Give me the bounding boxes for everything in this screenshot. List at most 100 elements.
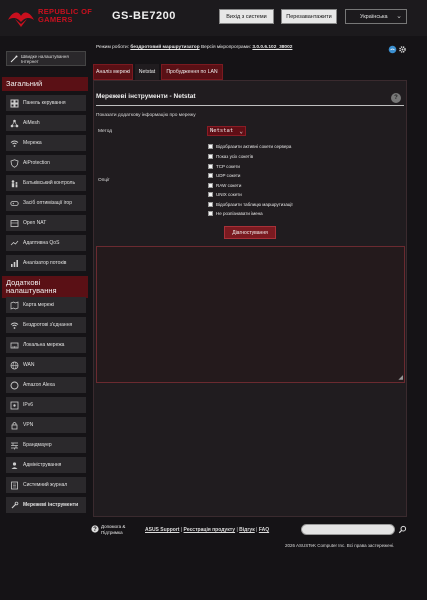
dashboard-icon	[9, 98, 19, 108]
rog-logo-icon	[8, 12, 34, 27]
sidebar-item-label: Open NAT	[23, 220, 47, 226]
mode-link[interactable]: бездротовий маршрутизатор	[130, 45, 199, 50]
sidebar-item-wan[interactable]: WAN	[6, 357, 86, 373]
footer-search-input[interactable]	[301, 524, 395, 535]
option-label: RAW сокети	[216, 183, 242, 188]
quick-setup-button[interactable]: Швидке налаштування Інтернет	[6, 51, 86, 66]
sidebar-item-administration[interactable]: Адміністрування	[6, 457, 86, 473]
method-select[interactable]: Netstat ⌄	[207, 126, 246, 136]
option-routing-table[interactable]: Відобразити таблицю маршрутизації	[208, 202, 293, 207]
network-icon	[9, 138, 19, 148]
network-status-icon[interactable]	[388, 45, 397, 54]
option-label: Не розпізнавати імена	[216, 211, 263, 216]
asus-support-link[interactable]: ASUS Support	[145, 527, 179, 533]
tab-wake-on-lan[interactable]: Пробудження по LAN	[161, 64, 223, 80]
sidebar-item-wireless[interactable]: Бездротові з'єднання	[6, 317, 86, 333]
gamepad-icon	[9, 198, 19, 208]
sidebar-item-label: Мережа	[23, 140, 42, 146]
separator: |	[256, 527, 258, 533]
option-label: TCP сокети	[216, 164, 240, 169]
brand-line2: GAMERS	[38, 15, 73, 24]
sidebar-item-label: Батьківський контроль	[23, 180, 76, 186]
sidebar-item-adaptive-qos[interactable]: Адаптивна QoS	[6, 235, 86, 251]
sidebar-item-network-tools[interactable]: Мережеві інструменти	[6, 497, 86, 513]
copyright: 2026 ASUSTeK Computer Inc. Всі права зас…	[285, 543, 395, 548]
product-registration-link[interactable]: Реєстрація продукту	[184, 527, 236, 533]
model-name: GS-BE7200	[112, 10, 176, 22]
output-textarea[interactable]: ◢	[96, 246, 405, 383]
diagnose-button[interactable]: Діагностування	[224, 226, 276, 239]
option-all-sockets[interactable]: Показ усіх сокетів	[208, 154, 253, 159]
language-select[interactable]: Українська ⌄	[345, 9, 407, 24]
wand-icon	[10, 55, 18, 63]
sidebar-item-open-nat[interactable]: Open NAT	[6, 215, 86, 231]
checkbox[interactable]	[208, 173, 213, 178]
log-icon	[9, 480, 19, 490]
feedback-link[interactable]: Відгук	[239, 527, 255, 533]
checkbox[interactable]	[208, 144, 213, 149]
chevron-down-icon: ⌄	[239, 128, 243, 135]
option-unix-sockets[interactable]: UNIX сокети	[208, 192, 242, 197]
top-bar: REPUBLIC OF GAMERS GS-BE7200 Вихід з сис…	[0, 0, 427, 36]
sidebar-item-traffic-analyzer[interactable]: Аналізатор потоків	[6, 255, 86, 271]
checkbox[interactable]	[208, 183, 213, 188]
tab-network-analysis[interactable]: Аналіз мережі	[93, 64, 133, 80]
logout-button[interactable]: Вихід з системи	[219, 9, 274, 24]
option-label: UNIX сокети	[216, 192, 242, 197]
sidebar-item-alexa[interactable]: Amazon Alexa	[6, 377, 86, 393]
resize-grip-icon[interactable]: ◢	[398, 375, 403, 381]
checkbox[interactable]	[208, 192, 213, 197]
sidebar-item-label: Локальна мережа	[23, 342, 65, 348]
faq-link[interactable]: FAQ	[259, 527, 269, 533]
sidebar-item-dashboard[interactable]: Панель керування	[6, 95, 86, 111]
sidebar-item-lan[interactable]: Локальна мережа	[6, 337, 86, 353]
sidebar-item-aimesh[interactable]: AiMesh	[6, 115, 86, 131]
shield-icon	[9, 158, 19, 168]
checkbox[interactable]	[208, 154, 213, 159]
option-label: UDP сокети	[216, 173, 241, 178]
sidebar-item-system-log[interactable]: Системний журнал	[6, 477, 86, 493]
search-icon[interactable]	[398, 525, 407, 534]
option-numeric[interactable]: Не розпізнавати імена	[208, 211, 263, 216]
option-listening-sockets[interactable]: Відобразити активні сокети сервера	[208, 144, 291, 149]
svg-text:?: ?	[93, 527, 97, 533]
sidebar-item-label: Карта мережі	[23, 302, 54, 308]
sidebar-item-ipv6[interactable]: IPv6	[6, 397, 86, 413]
sidebar-item-firewall[interactable]: Брандмауер	[6, 437, 86, 453]
help-icon[interactable]: ?	[391, 93, 401, 103]
option-raw-sockets[interactable]: RAW сокети	[208, 183, 241, 188]
status-line: Режим роботи: бездротовий маршрутизатор …	[96, 45, 292, 50]
ipv6-icon	[9, 400, 19, 410]
separator: |	[180, 527, 183, 533]
sidebar-item-label: AiMesh	[23, 120, 40, 126]
checkbox[interactable]	[208, 211, 213, 216]
method-label: Метод	[98, 129, 113, 134]
sidebar-item-label: Мережеві інструменти	[23, 502, 79, 508]
sidebar-item-game-booster[interactable]: Засіб оптимізації ігор	[6, 195, 86, 211]
reboot-button[interactable]: Перезавантажити	[281, 9, 337, 24]
sidebar-item-network[interactable]: Мережа	[6, 135, 86, 151]
checkbox[interactable]	[208, 202, 213, 207]
option-tcp-sockets[interactable]: TCP сокети	[208, 164, 240, 169]
aimesh-icon	[9, 118, 19, 128]
sidebar-item-label: Адаптивна QoS	[23, 240, 60, 246]
sidebar-item-aiprotection[interactable]: AiProtection	[6, 155, 86, 171]
option-udp-sockets[interactable]: UDP сокети	[208, 173, 240, 178]
map-icon	[9, 300, 19, 310]
sidebar-item-vpn[interactable]: VPN	[6, 417, 86, 433]
checkbox[interactable]	[208, 164, 213, 169]
sidebar-item-parental-control[interactable]: Батьківський контроль	[6, 175, 86, 191]
page-description: Показати додаткову інформацію про мережу	[96, 113, 196, 118]
gear-icon[interactable]	[398, 45, 407, 54]
help-support-link[interactable]: ? Допомога & Підтримка	[91, 524, 139, 538]
tab-netstat[interactable]: Netstat	[135, 64, 159, 80]
options-label: Опції	[98, 178, 110, 183]
sidebar-item-label: AiProtection	[23, 160, 50, 166]
footer-links: ASUS Support | Реєстрація продукту | Від…	[145, 527, 269, 533]
general-heading: Загальний	[2, 77, 88, 91]
sidebar-item-label: Аналізатор потоків	[23, 260, 67, 266]
sidebar-item-network-map[interactable]: Карта мережі	[6, 297, 86, 313]
firmware-link[interactable]: 3.0.0.6.102_38002	[252, 45, 292, 50]
help-line1: Допомога &	[101, 524, 126, 529]
page-title: Мережеві інструменти - Netstat	[96, 93, 196, 100]
